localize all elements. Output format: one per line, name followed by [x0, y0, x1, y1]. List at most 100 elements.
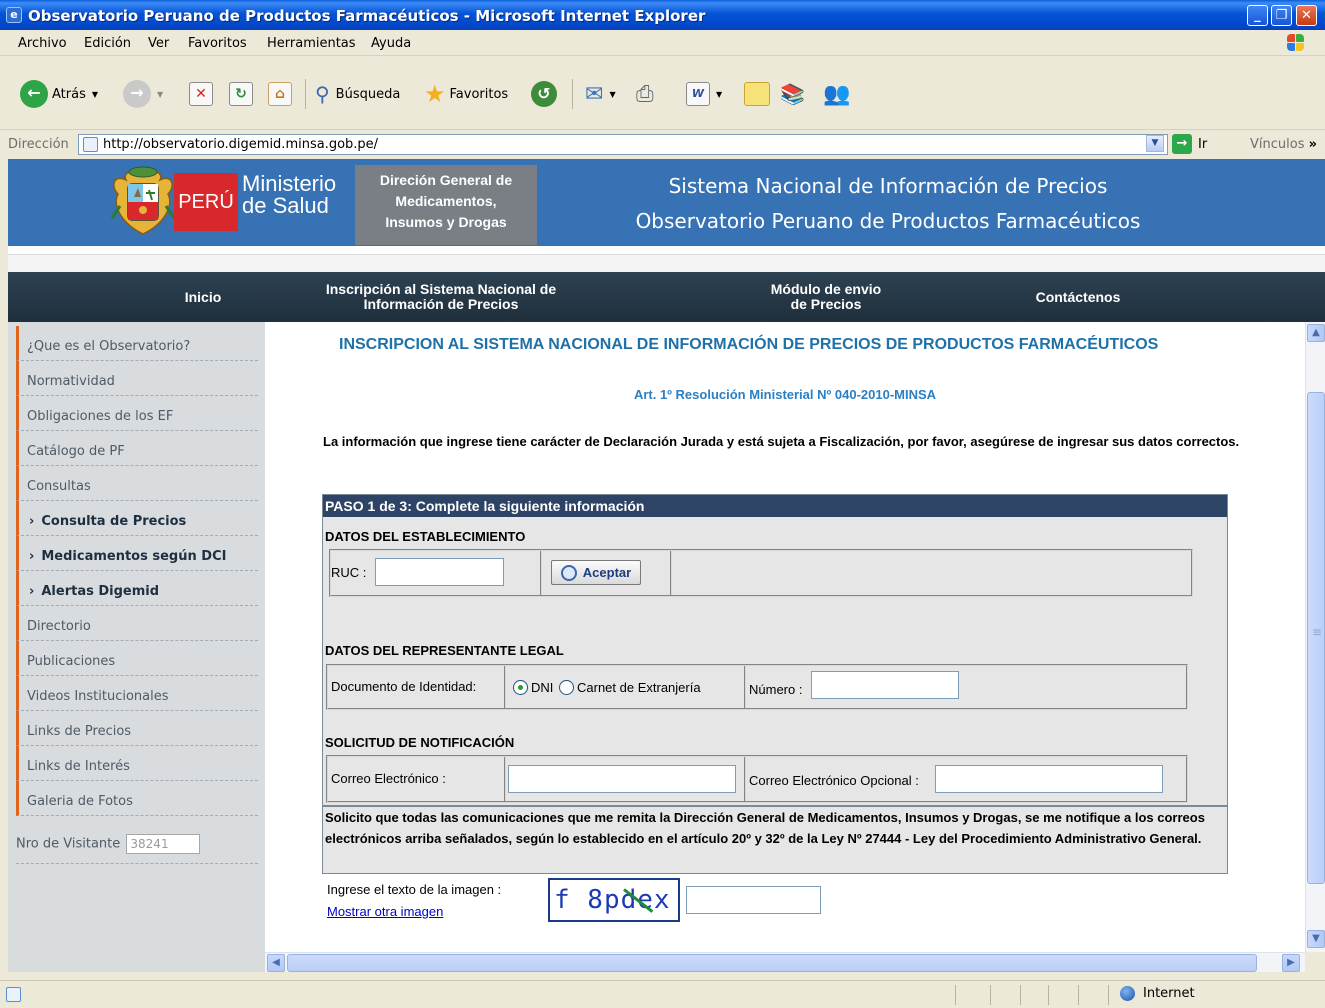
nav-inscription[interactable]: Inscripción al Sistema Nacional de Infor…	[306, 272, 576, 322]
sidebar-item-normatividad[interactable]: Normatividad	[16, 361, 258, 396]
back-button[interactable]: ← Atrás ▼	[20, 79, 98, 109]
chevron-down-icon[interactable]: ▼	[157, 90, 163, 99]
nav-contact[interactable]: Contáctenos	[1008, 272, 1148, 322]
forward-button[interactable]: → ▼	[123, 79, 163, 109]
sidebar-item-galeria[interactable]: Galeria de Fotos	[16, 781, 258, 816]
scroll-right-button[interactable]: ▶	[1282, 954, 1300, 972]
vertical-scrollbar[interactable]: ▲ ▼	[1305, 322, 1325, 952]
sidebar-item-consulta-precios[interactable]: Consulta de Precios	[16, 501, 258, 536]
go-label: Ir	[1198, 136, 1208, 152]
scroll-left-button[interactable]: ◀	[267, 954, 285, 972]
page-subtitle: Art. 1º Resolución Ministerial Nº 040-20…	[633, 387, 937, 402]
sidebar-item-que-es[interactable]: ¿Que es el Observatorio?	[16, 326, 258, 361]
nav-home[interactable]: Inicio	[153, 272, 253, 322]
section-representative: DATOS DEL REPRESENTANTE LEGAL	[325, 643, 564, 658]
address-bar: Dirección http://observatorio.digemid.mi…	[0, 131, 1325, 157]
print-button[interactable]: ⎙	[636, 79, 654, 109]
stop-button[interactable]: ✕	[189, 79, 213, 109]
menu-favoritos[interactable]: Favoritos	[188, 36, 247, 51]
home-button[interactable]: ⌂	[268, 79, 292, 109]
security-zone: Internet	[1120, 986, 1195, 1001]
sidebar-item-videos[interactable]: Videos Institucionales	[16, 676, 258, 711]
sidebar-item-consultas[interactable]: Consultas	[16, 466, 258, 501]
page-title: INSCRIPCION AL SISTEMA NACIONAL DE INFOR…	[339, 336, 1159, 353]
number-input[interactable]	[811, 671, 959, 699]
captcha-input[interactable]	[686, 886, 821, 914]
address-dropdown-button[interactable]: ▼	[1146, 135, 1164, 152]
email-optional-input[interactable]	[935, 765, 1163, 793]
sidebar-item-alertas[interactable]: Alertas Digemid	[16, 571, 258, 606]
nav-inscription-line1: Inscripción al Sistema Nacional de	[325, 281, 557, 297]
doc-number-cell: Número :	[746, 666, 1186, 708]
back-arrow-icon: ←	[20, 80, 48, 108]
menu-herramientas[interactable]: Herramientas	[267, 36, 356, 51]
digemid-line3: Insumos y Drogas	[385, 214, 507, 230]
toolbar-separator	[305, 79, 306, 109]
ministry-logo-text: Ministerio de Salud	[238, 173, 354, 217]
star-icon: ★	[424, 80, 446, 108]
edit-button[interactable]: W ▼	[686, 79, 722, 109]
chevron-down-icon[interactable]: ▼	[609, 90, 615, 99]
links-label: Vínculos	[1250, 137, 1305, 152]
radio-dni[interactable]	[513, 680, 528, 695]
menu-edicion[interactable]: Edición	[84, 36, 131, 51]
favorites-button[interactable]: ★ Favoritos	[424, 79, 508, 109]
maximize-button[interactable]: ❐	[1271, 5, 1292, 26]
number-label: Número :	[749, 682, 803, 697]
minimize-button[interactable]: _	[1247, 5, 1268, 26]
establishment-fieldset: RUC : Aceptar	[329, 549, 1193, 597]
horizontal-scrollbar[interactable]: ◀ ▶	[265, 952, 1305, 972]
site-banner: PERÚ Ministerio de Salud Direción Genera…	[8, 159, 1325, 246]
search-icon	[560, 564, 577, 581]
menu-ver[interactable]: Ver	[148, 36, 169, 51]
sidebar-item-links-precios[interactable]: Links de Precios	[16, 711, 258, 746]
windows-logo-icon	[1287, 34, 1305, 52]
scroll-up-button[interactable]: ▲	[1307, 324, 1325, 342]
messenger-button[interactable]: 👥	[823, 79, 850, 109]
status-cell	[1108, 985, 1109, 1005]
research-button[interactable]: 📚	[780, 79, 805, 109]
visitor-count: 38241	[126, 834, 201, 854]
history-button[interactable]: ↺	[531, 79, 557, 109]
chevron-down-icon[interactable]: ▼	[716, 90, 722, 99]
go-button[interactable]: → Ir	[1172, 134, 1207, 154]
mail-button[interactable]: ✉ ▼	[585, 79, 616, 109]
accept-button[interactable]: Aceptar	[551, 560, 641, 585]
sidebar-item-links-interes[interactable]: Links de Interés	[16, 746, 258, 781]
horizontal-scroll-thumb[interactable]	[287, 954, 1257, 972]
sidebar-item-medicamentos-dci[interactable]: Medicamentos según DCI	[16, 536, 258, 571]
sidebar-item-publicaciones[interactable]: Publicaciones	[16, 641, 258, 676]
books-icon: 📚	[780, 82, 805, 106]
ie-app-icon[interactable]: e	[6, 7, 22, 23]
messenger-icon: 👥	[823, 81, 851, 107]
vertical-scroll-thumb[interactable]	[1307, 392, 1325, 884]
refresh-button[interactable]: ↻	[229, 79, 253, 109]
email-label-cell: Correo Electrónico :	[328, 757, 506, 801]
captcha-label: Ingrese el texto de la imagen :	[327, 882, 502, 897]
visitor-counter: Nro de Visitante 38241	[16, 824, 258, 864]
sidebar-item-catalogo[interactable]: Catálogo de PF	[16, 431, 258, 466]
captcha-refresh-link[interactable]: Mostrar otra imagen	[327, 904, 443, 919]
radio-carnet[interactable]	[559, 680, 574, 695]
address-input[interactable]: http://observatorio.digemid.minsa.gob.pe…	[78, 134, 1168, 155]
scroll-down-button[interactable]: ▼	[1307, 930, 1325, 948]
sidebar-item-directorio[interactable]: Directorio	[16, 606, 258, 641]
go-arrow-icon: →	[1172, 134, 1192, 154]
discuss-button[interactable]	[744, 79, 770, 109]
menu-archivo[interactable]: Archivo	[18, 36, 67, 51]
security-zone-label: Internet	[1143, 986, 1195, 1001]
standard-toolbar: ← Atrás ▼ → ▼ ✕ ↻ ⌂ ⚲ Búsqueda ★ Favorit…	[0, 57, 1325, 130]
peru-coat-of-arms-icon	[110, 166, 176, 235]
close-button[interactable]: ✕	[1296, 5, 1317, 26]
nav-price-module[interactable]: Módulo de envio de Precios	[748, 272, 904, 322]
links-button[interactable]: Vínculos »	[1250, 137, 1317, 152]
ruc-input[interactable]	[375, 558, 504, 586]
window-title-bar[interactable]: e Observatorio Peruano de Productos Farm…	[0, 0, 1325, 30]
nav-module-line1: Módulo de envio	[770, 281, 882, 297]
menu-ayuda[interactable]: Ayuda	[371, 36, 411, 51]
search-button[interactable]: ⚲ Búsqueda	[315, 79, 400, 109]
chevron-down-icon[interactable]: ▼	[92, 90, 98, 99]
banner-title: Sistema Nacional de Información de Preci…	[568, 169, 1208, 239]
email-input[interactable]	[508, 765, 736, 793]
sidebar-item-obligaciones[interactable]: Obligaciones de los EF	[16, 396, 258, 431]
